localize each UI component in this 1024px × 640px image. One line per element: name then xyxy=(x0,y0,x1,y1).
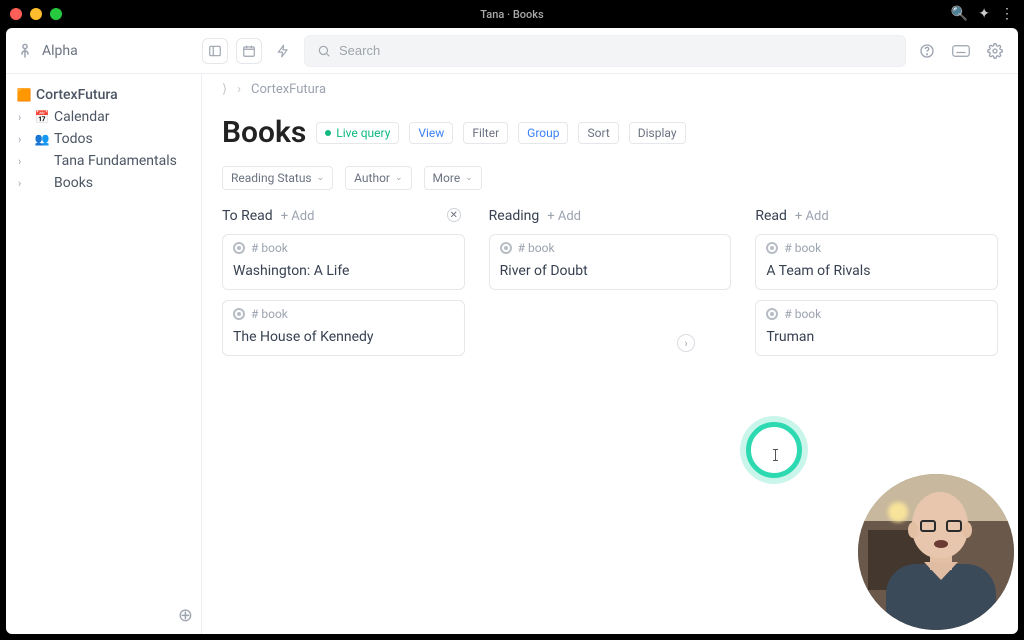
chevron-down-icon: ⌄ xyxy=(395,173,403,183)
presenter-webcam xyxy=(858,474,1014,630)
filter-chip[interactable]: Filter xyxy=(463,122,508,144)
extensions-icon[interactable]: ✦ xyxy=(978,6,990,22)
node-bullet-icon xyxy=(766,308,778,320)
breadcrumb: ⟩ › CortexFutura xyxy=(222,82,998,97)
expand-card-icon[interactable]: › xyxy=(677,334,695,352)
sidebar-root[interactable]: 🟧 CortexFutura xyxy=(10,84,197,106)
help-icon[interactable] xyxy=(914,38,940,64)
window-title: Tana · Books xyxy=(0,8,1024,21)
sidebar-add-icon[interactable]: ⊕ xyxy=(178,605,193,626)
page-title: Books xyxy=(222,115,306,150)
tag-label: # book xyxy=(784,241,821,255)
workspace-name: Alpha xyxy=(42,43,78,59)
chevron-down-icon: ⌄ xyxy=(317,173,325,183)
tag-label: # book xyxy=(518,241,555,255)
browser-search-icon[interactable]: 🔍 xyxy=(951,6,968,22)
sidebar-toggle-icon[interactable] xyxy=(202,38,228,64)
sidebar-item-tana-fundamentals[interactable]: › Tana Fundamentals xyxy=(10,150,197,172)
node-bullet-icon xyxy=(233,308,245,320)
board-card[interactable]: # book A Team of Rivals xyxy=(755,234,998,290)
sidebar: 🟧 CortexFutura › 📅 Calendar › 👥 Todos › … xyxy=(6,74,202,634)
column-add-button[interactable]: + Add xyxy=(795,209,829,224)
column-title: Read xyxy=(755,208,787,224)
column-title: Reading xyxy=(489,208,540,224)
board-card[interactable]: # book The House of Kennedy xyxy=(222,300,465,356)
workspace-avatar-icon: 🟧 xyxy=(16,88,32,102)
workspace-switcher[interactable]: Alpha xyxy=(16,42,194,60)
chevron-right-icon: › xyxy=(18,155,30,168)
board-card[interactable]: # book Truman xyxy=(755,300,998,356)
board-card[interactable]: # book Washington: A Life xyxy=(222,234,465,290)
search-icon xyxy=(317,44,331,58)
column-clear-icon[interactable]: ✕ xyxy=(447,208,461,222)
brand-icon xyxy=(16,42,34,60)
live-dot-icon xyxy=(325,130,331,136)
chevron-right-icon: › xyxy=(18,177,30,190)
tag-label: # book xyxy=(251,241,288,255)
sidebar-item-books[interactable]: › Books xyxy=(10,172,197,194)
chevron-down-icon: ⌄ xyxy=(465,173,473,183)
filter-reading-status[interactable]: Reading Status⌄ xyxy=(222,166,333,190)
app-frame: Alpha xyxy=(6,28,1018,634)
today-icon[interactable] xyxy=(236,38,262,64)
card-title: A Team of Rivals xyxy=(756,259,997,289)
search-input[interactable] xyxy=(339,43,893,58)
display-chip[interactable]: Display xyxy=(629,122,686,144)
sidebar-item-label: Books xyxy=(54,175,93,191)
sort-chip[interactable]: Sort xyxy=(578,122,618,144)
breadcrumb-item[interactable]: CortexFutura xyxy=(251,82,326,97)
card-title: River of Doubt xyxy=(490,259,731,289)
node-bullet-icon xyxy=(500,242,512,254)
chevron-right-icon: › xyxy=(237,82,241,97)
sidebar-item-calendar[interactable]: › 📅 Calendar xyxy=(10,106,197,128)
filter-more[interactable]: More⌄ xyxy=(424,166,482,190)
sidebar-item-label: Tana Fundamentals xyxy=(54,153,177,169)
search-bar[interactable] xyxy=(304,35,906,67)
sidebar-root-label: CortexFutura xyxy=(36,87,118,103)
view-chip[interactable]: View xyxy=(409,122,453,144)
tag-label: # book xyxy=(251,307,288,321)
card-title: The House of Kennedy xyxy=(223,325,464,355)
board-column-read: Read + Add # book A Team of Rivals # boo… xyxy=(755,208,998,366)
board-card[interactable]: # book River of Doubt xyxy=(489,234,732,290)
breadcrumb-root-icon[interactable]: ⟩ xyxy=(222,82,227,97)
cursor-highlight xyxy=(746,422,802,478)
card-title: Washington: A Life xyxy=(223,259,464,289)
main-panel: ⟩ › CortexFutura Books Live query View F… xyxy=(202,74,1018,634)
overflow-menu-icon[interactable]: ⋮ xyxy=(1000,6,1014,22)
top-bar: Alpha xyxy=(6,28,1018,74)
sidebar-item-todos[interactable]: › 👥 Todos xyxy=(10,128,197,150)
todos-icon: 👥 xyxy=(34,132,50,146)
chevron-right-icon: › xyxy=(18,111,30,124)
column-title: To Read xyxy=(222,208,273,224)
tag-label: # book xyxy=(784,307,821,321)
board-column-to-read: To Read + Add ✕ # book Washington: A Lif… xyxy=(222,208,465,366)
keyboard-icon[interactable] xyxy=(948,38,974,64)
sidebar-item-label: Calendar xyxy=(54,109,110,125)
column-add-button[interactable]: + Add xyxy=(547,209,581,224)
card-title: Truman xyxy=(756,325,997,355)
column-add-button[interactable]: + Add xyxy=(281,209,315,224)
chevron-right-icon: › xyxy=(18,133,30,146)
filter-author[interactable]: Author⌄ xyxy=(345,166,411,190)
group-chip[interactable]: Group xyxy=(518,122,568,144)
node-bullet-icon xyxy=(766,242,778,254)
live-query-chip[interactable]: Live query xyxy=(316,122,399,144)
app-body: 🟧 CortexFutura › 📅 Calendar › 👥 Todos › … xyxy=(6,74,1018,634)
quick-add-icon[interactable] xyxy=(270,38,296,64)
settings-icon[interactable] xyxy=(982,38,1008,64)
calendar-icon: 📅 xyxy=(34,110,50,124)
sidebar-item-label: Todos xyxy=(54,131,93,147)
text-cursor-icon xyxy=(775,449,776,461)
node-bullet-icon xyxy=(233,242,245,254)
